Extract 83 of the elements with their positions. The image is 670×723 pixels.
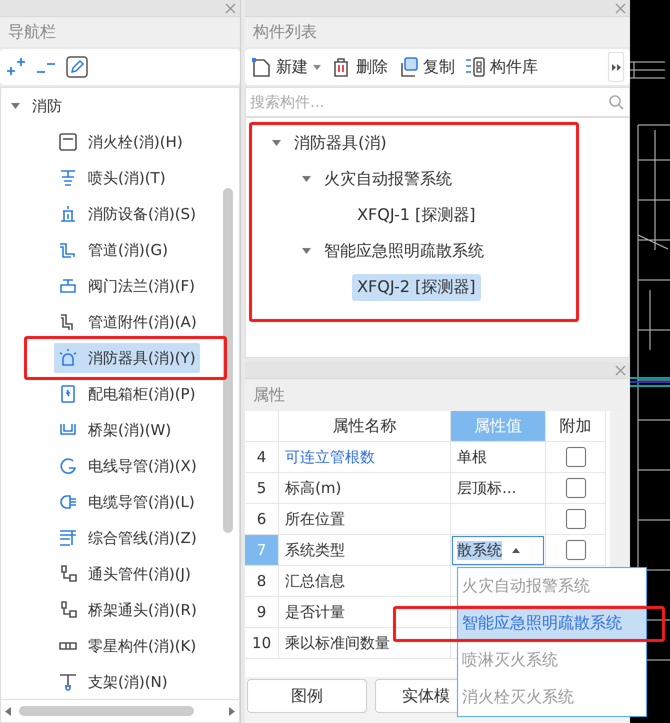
column-header[interactable]: 属性名称 (279, 411, 452, 442)
search-field[interactable]: 搜索构件... (245, 87, 630, 117)
conduit-icon (58, 456, 78, 476)
row-number[interactable]: 8 (245, 566, 280, 597)
column-header[interactable]: 附加 (546, 411, 606, 442)
fitting-icon (58, 564, 78, 584)
checkbox[interactable] (566, 447, 586, 467)
tree-group-label[interactable]: 智能应急照明疏散系统 (319, 238, 490, 264)
tree-item[interactable]: 配电箱柜(消)(P) (54, 379, 200, 409)
tree-item[interactable]: 管道附件(消)(A) (54, 307, 201, 337)
tree-item[interactable]: XFQJ-2 [探测器] (352, 274, 481, 300)
expand-all-icon[interactable] (6, 57, 26, 77)
tree-item[interactable]: 综合管线(消)(Z) (54, 523, 201, 553)
bracket-icon (58, 672, 78, 692)
library-button[interactable]: 构件库 (465, 56, 538, 78)
close-icon[interactable] (225, 2, 236, 14)
scroll-right-icon[interactable] (229, 706, 236, 716)
checkbox[interactable] (566, 540, 586, 560)
property-value: 单根 (451, 442, 546, 473)
tree-item[interactable]: 电线导管(消)(X) (54, 451, 201, 481)
new-file-icon (251, 57, 272, 77)
tree-item[interactable]: 管道(消)(G) (54, 235, 172, 265)
tree-item[interactable]: 支架(消)(N) (54, 667, 172, 697)
equipment-icon (58, 204, 78, 224)
copy-button[interactable]: 复制 (398, 56, 456, 78)
property-name: 是否计量 (279, 597, 452, 628)
property-name: 所在位置 (279, 504, 452, 535)
tree-item[interactable]: 喷头(消)(T) (54, 163, 170, 193)
panel-title: 导航栏 (8, 22, 56, 42)
edit-icon[interactable] (66, 56, 88, 78)
pipe-icon (58, 240, 78, 260)
property-value: 层顶标... (451, 473, 546, 504)
property-name: 标高(m) (279, 473, 452, 504)
cable-icon (58, 492, 78, 512)
tree-group-label[interactable]: 火灾自动报警系统 (319, 166, 458, 192)
property-name: 可连立管根数 (279, 442, 452, 473)
scroll-left-icon[interactable] (5, 706, 11, 716)
expand-caret-icon[interactable] (272, 140, 282, 146)
new-button[interactable]: 新建 (251, 56, 322, 78)
tree-item[interactable]: 阀门法兰(消)(F) (54, 271, 200, 301)
library-icon (465, 57, 486, 77)
tree-item[interactable]: 桥架(消)(W) (54, 415, 176, 445)
value-combo[interactable]: 散系统 (452, 536, 544, 564)
up-caret-icon (512, 548, 520, 552)
tree-item[interactable]: 电缆导管(消)(L) (54, 487, 199, 517)
sprinkler-icon (58, 168, 78, 188)
tree-item[interactable]: 消防器具(消)(Y) (54, 343, 200, 373)
close-icon[interactable] (615, 2, 626, 14)
scrollbar-thumb[interactable] (223, 188, 234, 533)
row-number[interactable]: 9 (245, 597, 280, 628)
tree-item[interactable]: 零星构件(消)(K) (54, 631, 200, 661)
tree-item[interactable]: 通头管件(消)(J) (54, 559, 195, 589)
double-chevron-icon (612, 64, 620, 70)
property-name: 汇总信息 (279, 566, 452, 597)
row-number[interactable]: 4 (245, 442, 280, 473)
cabinet-icon (58, 384, 78, 404)
more-button[interactable] (608, 52, 624, 82)
tree-group-label[interactable]: 消防 (28, 91, 66, 121)
property-name: 系统类型 (279, 535, 452, 566)
row-number[interactable]: 5 (245, 473, 280, 504)
tree-item[interactable]: XFQJ-1 [探测器] (352, 202, 481, 228)
alarm-light-icon (58, 348, 78, 368)
panel-title: 属性 (253, 384, 286, 406)
panel-button[interactable]: 图例 (247, 679, 368, 713)
search-icon[interactable] (608, 94, 624, 110)
expand-caret-icon[interactable] (11, 103, 20, 109)
expand-caret-icon[interactable] (302, 248, 312, 254)
tree-item[interactable]: 桥架通头(消)(R) (54, 595, 201, 625)
copy-icon (398, 57, 418, 77)
scrollbar-thumb[interactable] (19, 706, 194, 716)
checkbox[interactable] (566, 478, 586, 498)
pipelines-icon (58, 528, 78, 548)
expand-caret-icon[interactable] (302, 176, 312, 182)
close-icon[interactable] (615, 364, 626, 376)
delete-button[interactable]: 删除 (331, 56, 388, 78)
panel-title: 构件列表 (253, 22, 318, 42)
tree-item[interactable]: 消火栓(消)(H) (54, 127, 187, 157)
hydrant-cabinet-icon (58, 132, 78, 152)
tree-item[interactable]: 消防设备(消)(S) (54, 199, 200, 229)
valve-icon (58, 276, 78, 296)
tree-group-label[interactable]: 消防器具(消) (289, 130, 392, 156)
tray-fitting-icon (58, 600, 78, 620)
checkbox[interactable] (566, 509, 586, 529)
